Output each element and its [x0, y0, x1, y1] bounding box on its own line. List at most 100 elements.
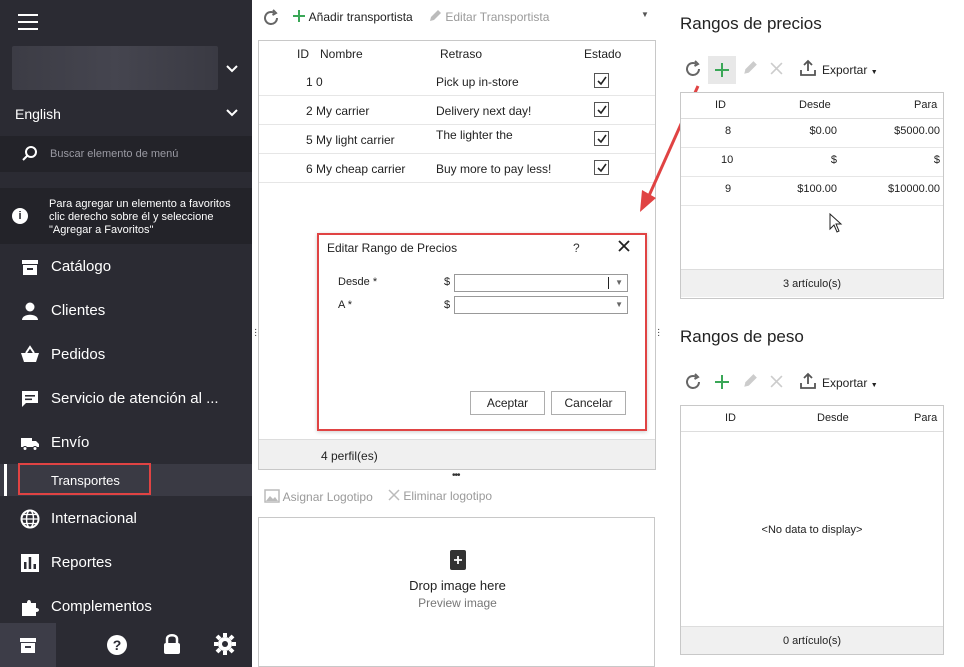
horizontal-splitter-handle[interactable]: ••• — [452, 470, 460, 481]
dialog-title: Editar Rango de Precios — [327, 241, 458, 255]
help-button[interactable]: ? — [573, 241, 580, 255]
table-row[interactable]: 10 $ $ — [681, 148, 943, 177]
column-header-id[interactable]: ID — [715, 99, 726, 111]
cancel-button[interactable]: Cancelar — [551, 391, 626, 415]
gear-icon[interactable] — [214, 633, 236, 658]
menu-icon[interactable] — [18, 14, 38, 30]
column-header-from[interactable]: Desde — [817, 412, 849, 424]
status-checkbox[interactable] — [594, 73, 609, 88]
column-header-status[interactable]: Estado — [584, 47, 621, 61]
weight-ranges-grid: ID Desde Para <No data to display> 0 art… — [680, 405, 944, 655]
pencil-icon[interactable] — [742, 60, 758, 79]
add-file-icon — [450, 550, 466, 570]
export-button[interactable]: Exportar ▼ — [822, 63, 878, 77]
sidebar-item-internacional[interactable]: Internacional — [0, 497, 252, 541]
vertical-splitter-handle[interactable]: · · · — [254, 325, 257, 341]
refresh-icon[interactable] — [262, 9, 280, 30]
price-ranges-grid: ID Desde Para 8 $0.00 $5000.00 10 $ $ 9 … — [680, 92, 944, 299]
column-header-to[interactable]: Para — [914, 412, 937, 424]
table-row[interactable]: 9 $100.00 $10000.00 — [681, 177, 943, 206]
sidebar-item-clientes[interactable]: Clientes — [0, 289, 252, 333]
chevron-down-icon[interactable] — [226, 60, 238, 76]
dropdown-arrow-icon[interactable]: ▼ — [641, 10, 649, 19]
plus-icon[interactable] — [714, 374, 730, 393]
column-header-id[interactable]: ID — [725, 412, 736, 424]
basket-icon — [20, 345, 40, 365]
pencil-icon — [430, 10, 441, 21]
status-checkbox[interactable] — [594, 160, 609, 175]
table-row[interactable]: 1 0 Pick up in-store — [259, 67, 655, 96]
favorites-tip: i Para agregar un elemento a favoritos c… — [0, 188, 252, 244]
search-input[interactable]: Buscar elemento de menú — [50, 148, 178, 160]
logo-toolbar: Asignar Logotipo Eliminar logotipo — [262, 488, 652, 506]
sidebar-item-catalogo[interactable]: Catálogo — [0, 245, 252, 289]
price-ranges-toolbar: Exportar ▼ — [680, 56, 940, 84]
table-row[interactable]: 5 My light carrier The lighter the — [259, 125, 655, 154]
close-icon[interactable] — [770, 62, 783, 78]
active-indicator — [4, 464, 7, 496]
grid-header: ID Desde Para — [681, 406, 943, 432]
chat-icon — [20, 389, 40, 409]
table-row[interactable]: 6 My cheap carrier Buy more to pay less! — [259, 154, 655, 183]
chevron-down-icon[interactable] — [226, 104, 238, 120]
remove-logo-button[interactable]: Eliminar logotipo — [388, 489, 492, 503]
column-header-from[interactable]: Desde — [799, 99, 831, 111]
lock-icon[interactable] — [162, 633, 182, 658]
store-icon — [20, 638, 36, 653]
currency-symbol: $ — [444, 299, 451, 311]
edit-carrier-button[interactable]: Editar Transportista — [428, 9, 549, 24]
export-button[interactable]: Exportar ▼ — [822, 376, 878, 390]
language-selector[interactable]: English — [15, 106, 61, 122]
weight-ranges-toolbar: Exportar ▼ — [680, 369, 940, 397]
column-header-to[interactable]: Para — [914, 99, 937, 111]
status-checkbox[interactable] — [594, 131, 609, 146]
dropdown-arrow-icon[interactable]: ▼ — [615, 300, 623, 309]
column-header-name[interactable]: Nombre — [320, 47, 363, 61]
export-icon[interactable] — [799, 59, 817, 80]
sidebar-item-envio[interactable]: Envío — [0, 421, 252, 465]
export-icon[interactable] — [799, 372, 817, 393]
menu-search[interactable]: Buscar elemento de menú — [0, 136, 252, 172]
store-icon — [20, 257, 40, 277]
table-row[interactable]: 2 My carrier Delivery next day! — [259, 96, 655, 125]
add-price-range-button[interactable] — [708, 56, 736, 84]
assign-logo-button[interactable]: Asignar Logotipo — [264, 489, 373, 504]
refresh-icon[interactable] — [684, 60, 702, 81]
to-input[interactable]: ▼ — [454, 296, 628, 314]
store-selector[interactable] — [12, 46, 218, 90]
column-header-delay[interactable]: Retraso — [440, 47, 482, 61]
svg-text:?: ? — [113, 637, 122, 653]
image-drop-zone[interactable]: Drop image here Preview image — [258, 517, 655, 667]
sidebar-item-pedidos[interactable]: Pedidos — [0, 333, 252, 377]
text-caret — [608, 277, 609, 289]
chart-icon — [20, 553, 40, 573]
vertical-splitter-handle[interactable]: · · · — [657, 325, 660, 341]
dropdown-arrow-icon[interactable]: ▼ — [615, 278, 623, 287]
puzzle-icon — [20, 597, 40, 617]
status-checkbox[interactable] — [594, 102, 609, 117]
pencil-icon[interactable] — [742, 373, 758, 392]
weight-ranges-title: Rangos de peso — [680, 327, 804, 346]
highlight-box — [18, 463, 151, 495]
refresh-icon[interactable] — [684, 373, 702, 394]
price-ranges-footer: 3 artículo(s) — [681, 269, 943, 297]
sidebar-item-servicio[interactable]: Servicio de atención al ... — [0, 377, 252, 421]
sidebar-bottom-bar: ? — [0, 623, 252, 667]
from-input[interactable]: ▼ — [454, 274, 628, 292]
accept-button[interactable]: Aceptar — [470, 391, 545, 415]
column-header-id[interactable]: ID — [297, 47, 309, 61]
edit-price-range-dialog: Editar Rango de Precios ? Desde * $ ▼ A … — [317, 233, 647, 431]
sidebar-item-reportes[interactable]: Reportes — [0, 541, 252, 585]
image-icon — [264, 489, 280, 503]
add-carrier-button[interactable]: Añadir transportista — [292, 9, 413, 24]
close-icon[interactable] — [770, 375, 783, 391]
empty-message: <No data to display> — [761, 524, 863, 536]
to-label: A * — [338, 299, 353, 311]
close-icon[interactable] — [617, 239, 631, 258]
plus-icon — [293, 10, 305, 22]
mouse-cursor-icon — [829, 213, 843, 233]
dashboard-button[interactable] — [0, 623, 56, 667]
help-icon[interactable]: ? — [106, 634, 128, 659]
price-ranges-title: Rangos de precios — [680, 14, 822, 33]
table-row[interactable]: 8 $0.00 $5000.00 — [681, 119, 943, 148]
